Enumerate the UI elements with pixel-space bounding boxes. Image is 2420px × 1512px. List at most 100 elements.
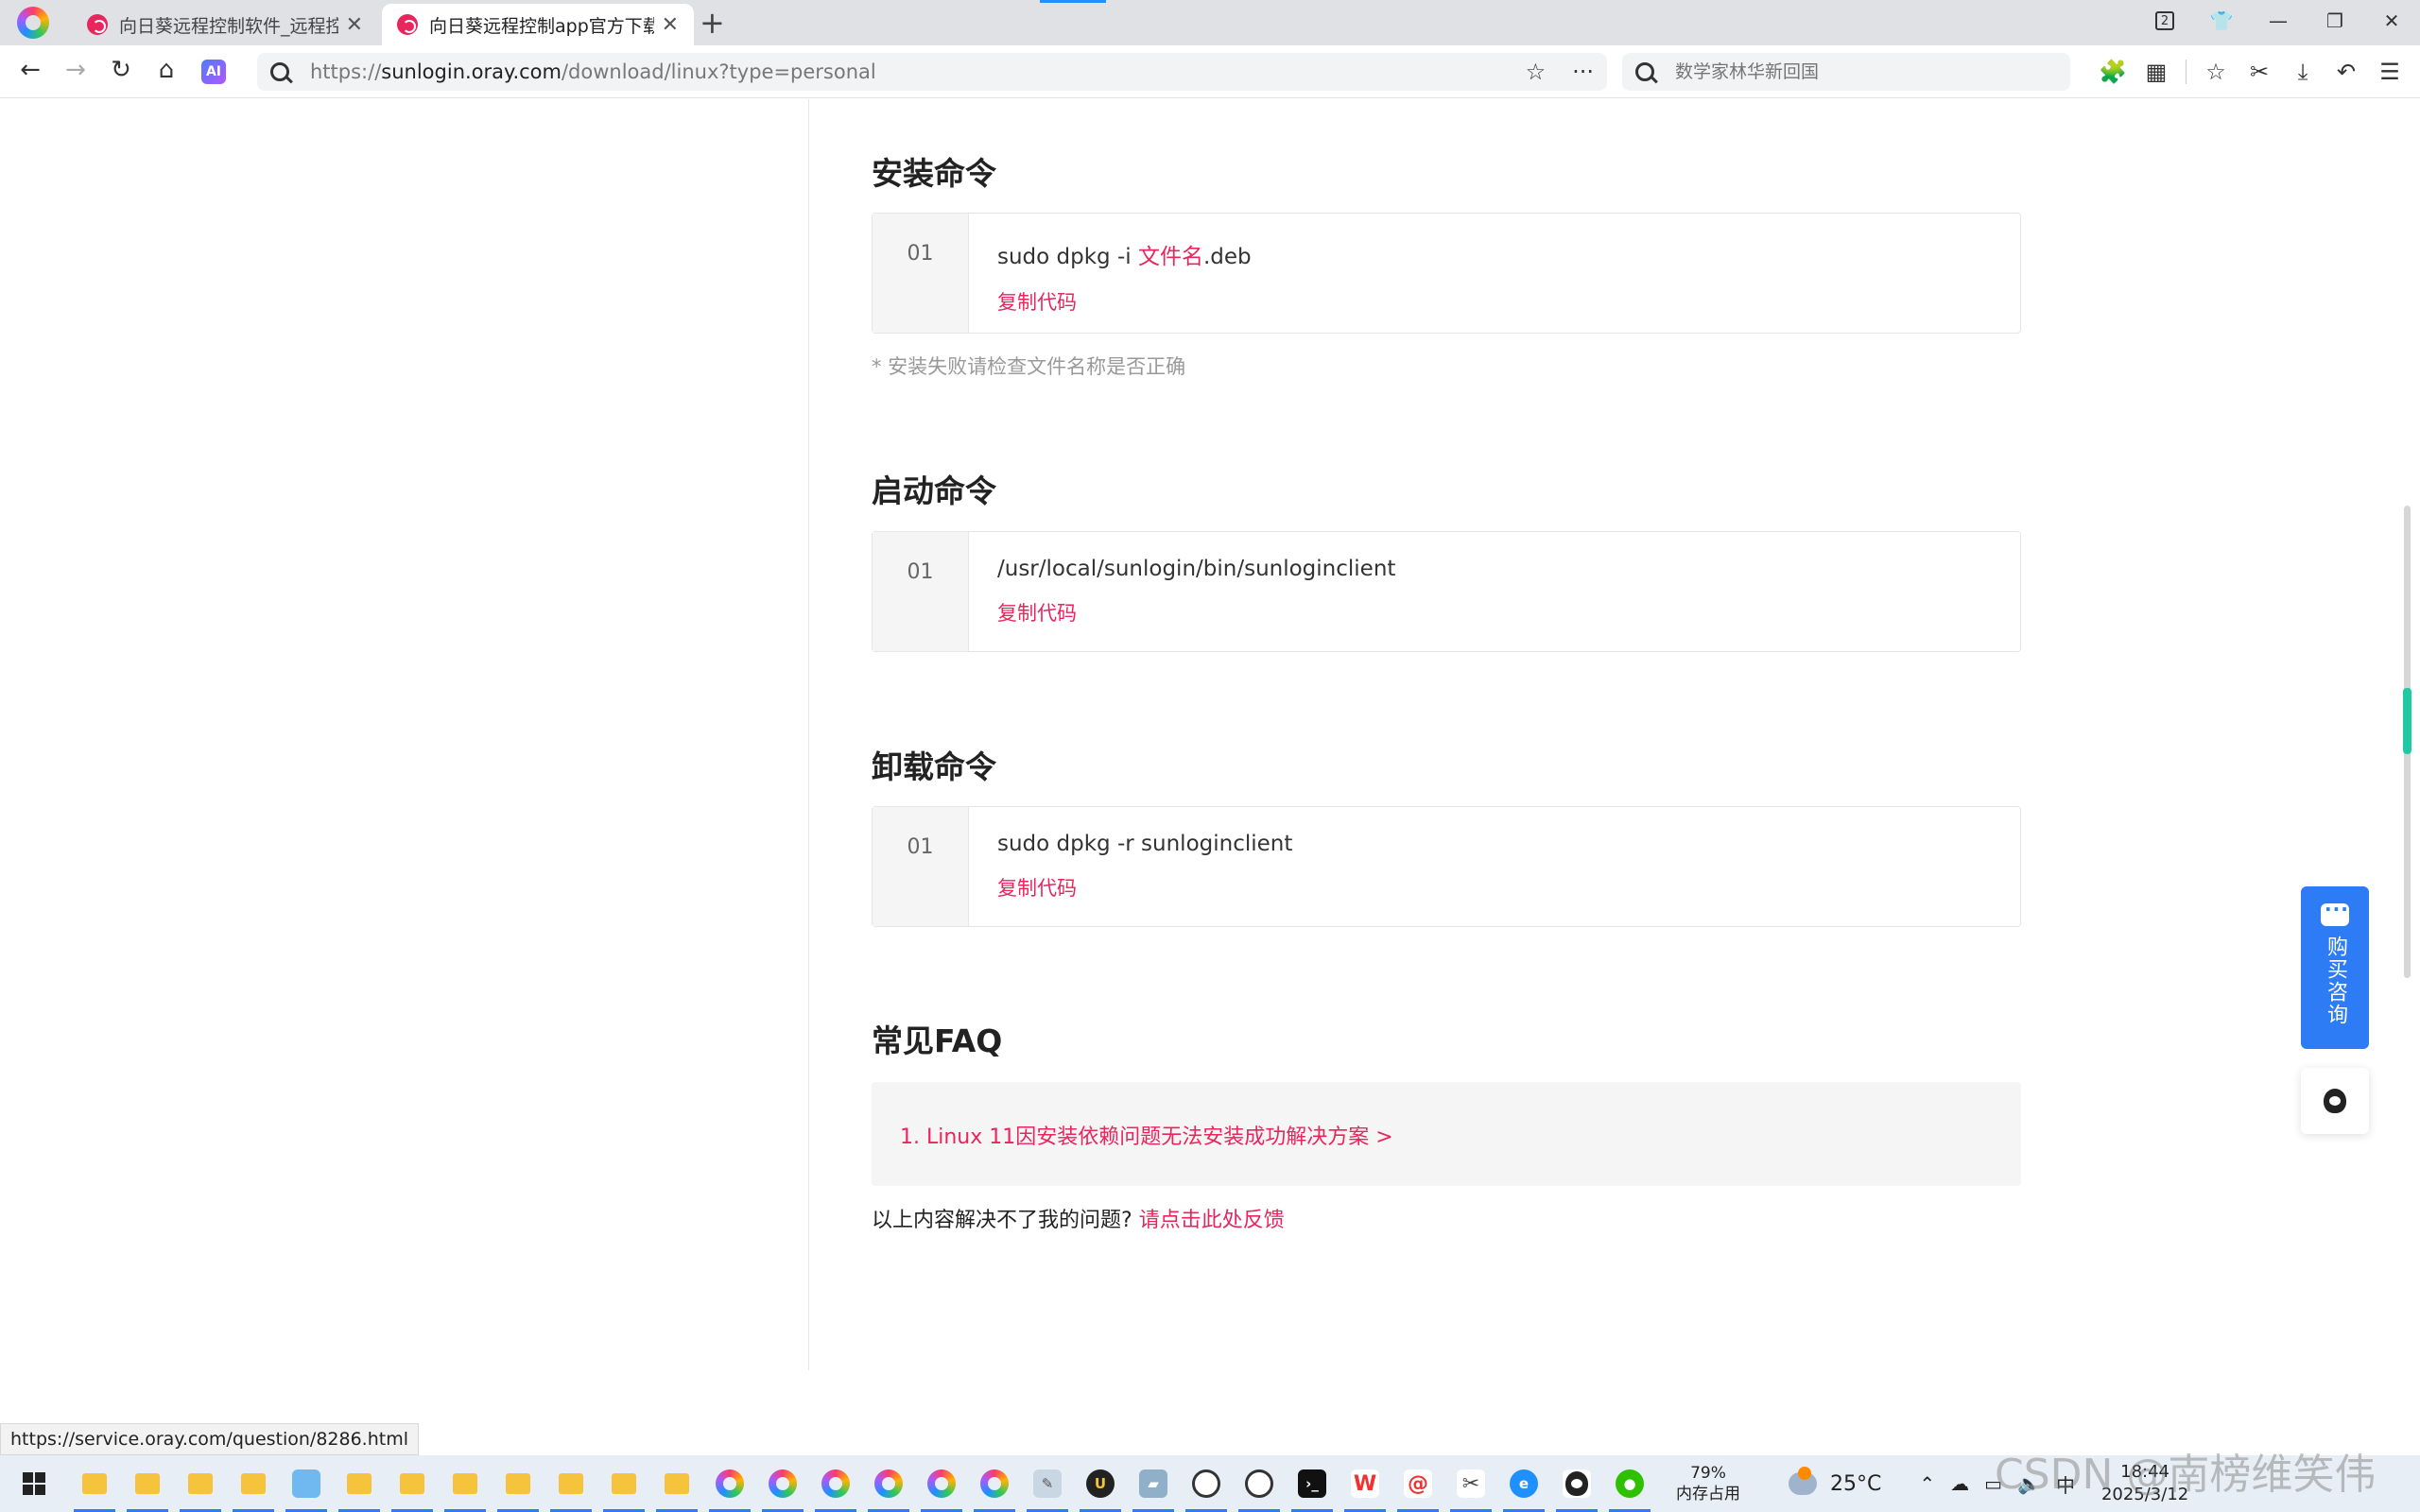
restore-button[interactable]: ❐ <box>2307 0 2363 42</box>
taskbar-folder-10[interactable] <box>597 1455 650 1512</box>
search-box[interactable] <box>1622 53 2070 91</box>
taskbar-browser-1[interactable] <box>703 1455 756 1512</box>
taskbar-folder-9[interactable] <box>544 1455 597 1512</box>
windows-logo-icon <box>23 1472 45 1495</box>
taskbar-edge-app[interactable]: e <box>1497 1455 1550 1512</box>
cmd-filename: 文件名 <box>1137 245 1203 269</box>
cube-icon <box>292 1469 320 1498</box>
taskbar-vm-app-1[interactable] <box>1180 1455 1233 1512</box>
line-number: 01 <box>873 807 969 926</box>
tools-icon: ✂ <box>1457 1469 1485 1498</box>
browser-icon <box>980 1469 1009 1498</box>
ue-icon: U <box>1086 1469 1115 1498</box>
tab-sunlogin-home[interactable]: 向日葵远程控制软件_远程控制 ✕ <box>72 4 378 45</box>
copy-install-button[interactable]: 复制代码 <box>997 287 1077 316</box>
taskbar-wechat-app[interactable]: ● <box>1603 1455 1656 1512</box>
start-button[interactable] <box>0 1455 68 1512</box>
weather-widget[interactable]: 25°C <box>1789 1467 1881 1496</box>
tab-close-icon[interactable]: ✕ <box>662 13 679 37</box>
more-options-icon[interactable]: ··· <box>1572 59 1594 85</box>
search-icon <box>1635 62 1654 81</box>
folder-icon <box>135 1473 160 1494</box>
memory-label: 内存占用 <box>1676 1485 1740 1503</box>
taskbar-paint-app[interactable]: ✎ <box>1021 1455 1074 1512</box>
wps-icon: W <box>1351 1469 1379 1498</box>
taskbar-folder-2[interactable] <box>121 1455 174 1512</box>
skin-shirt-icon[interactable]: 👕 <box>2193 0 2250 42</box>
taskbar-folder-6[interactable] <box>386 1455 439 1512</box>
uninstall-command: sudo dpkg -r sunloginclient <box>997 832 1293 856</box>
new-tab-button[interactable]: + <box>700 6 725 40</box>
tray-expand-icon[interactable]: ⌃ <box>1919 1472 1935 1495</box>
install-section-title: 安装命令 <box>872 155 996 192</box>
favorites-list-icon[interactable]: ☆ <box>2194 59 2238 85</box>
taskbar-cube-app[interactable] <box>280 1455 333 1512</box>
tab-sunlogin-download[interactable]: 向日葵远程控制app官方下载 ✕ <box>382 4 694 45</box>
extension-icon[interactable]: 🧩 <box>2091 59 2135 85</box>
taskbar-folder-7[interactable] <box>439 1455 492 1512</box>
copy-uninstall-button[interactable]: 复制代码 <box>997 873 1077 902</box>
vm-icon <box>1192 1469 1220 1498</box>
minimize-button[interactable]: — <box>2250 0 2307 42</box>
uninstall-section-title: 卸载命令 <box>872 748 996 785</box>
address-bar[interactable]: https://sunlogin.oray.com/download/linux… <box>257 53 1607 91</box>
forward-arrow-icon[interactable]: → <box>59 53 93 87</box>
taskbar-folder-4[interactable] <box>227 1455 280 1512</box>
taskbar-folder-5[interactable] <box>333 1455 386 1512</box>
install-note: * 安装失败请检查文件名称是否正确 <box>872 355 1186 378</box>
scroll-position-marker <box>2403 688 2411 754</box>
taskbar-notes-app[interactable]: ▰ <box>1127 1455 1180 1512</box>
tab-count-button[interactable]: 2 <box>2136 0 2193 42</box>
close-window-button[interactable]: ✕ <box>2363 0 2420 42</box>
back-arrow-icon[interactable]: ← <box>13 53 47 87</box>
undo-icon[interactable]: ↶ <box>2325 59 2368 85</box>
taskbar-browser-2[interactable] <box>756 1455 809 1512</box>
taskbar-browser-5[interactable] <box>915 1455 968 1512</box>
status-bar-url: https://service.oray.com/question/8286.h… <box>0 1423 419 1455</box>
browser-logo-icon[interactable] <box>17 7 49 39</box>
taskbar-wps-app[interactable]: W <box>1339 1455 1392 1512</box>
taskbar-browser-3[interactable] <box>809 1455 862 1512</box>
purchase-consult-button[interactable]: 购买咨询 <box>2301 886 2369 1049</box>
faq-item-link[interactable]: 1. Linux 11因安装依赖问题无法安装成功解决方案 > <box>900 1125 1393 1149</box>
taskbar-terminal-app[interactable]: ›_ <box>1286 1455 1339 1512</box>
taskbar-browser-6[interactable] <box>968 1455 1021 1512</box>
taskbar-ue-app[interactable]: U <box>1074 1455 1127 1512</box>
taskbar-tools-app[interactable]: ✂ <box>1444 1455 1497 1512</box>
taskbar-folder-3[interactable] <box>174 1455 227 1512</box>
cmd-suffix: .deb <box>1202 245 1252 269</box>
url-text[interactable]: https://sunlogin.oray.com/download/linux… <box>310 60 1499 83</box>
start-command: /usr/local/sunlogin/bin/sunloginclient <box>997 557 1396 581</box>
tab-close-icon[interactable]: ✕ <box>346 13 363 37</box>
wechat-icon: ● <box>1616 1469 1644 1498</box>
feedback-link[interactable]: 请点击此处反馈 <box>1139 1209 1285 1232</box>
reload-icon[interactable]: ↻ <box>104 53 138 87</box>
faq-feedback: 以上内容解决不了我的问题? 请点击此处反馈 <box>872 1203 1285 1233</box>
home-icon[interactable]: ⌂ <box>149 53 183 87</box>
taskbar-folder-8[interactable] <box>492 1455 544 1512</box>
faq-list: 1. Linux 11因安装依赖问题无法安装成功解决方案 > <box>872 1082 2021 1186</box>
copy-start-button[interactable]: 复制代码 <box>997 598 1077 627</box>
download-icon[interactable]: ⤓ <box>2281 59 2325 85</box>
scissors-icon[interactable]: ✂ <box>2238 59 2281 85</box>
ai-assistant-icon[interactable]: AI <box>201 60 226 84</box>
taskbar-qq-app[interactable] <box>1550 1455 1603 1512</box>
memory-usage[interactable]: 79% 内存占用 <box>1666 1463 1751 1504</box>
qq-contact-button[interactable] <box>2301 1068 2369 1134</box>
folder-icon <box>612 1473 636 1494</box>
taskbar-folder-1[interactable] <box>68 1455 121 1512</box>
browser-icon <box>927 1469 956 1498</box>
url-host: sunlogin.oray.com <box>381 60 562 83</box>
bookmark-star-icon[interactable]: ☆ <box>1526 59 1547 85</box>
taskbar-vm-app-2[interactable] <box>1233 1455 1286 1512</box>
apps-grid-icon[interactable]: ▦ <box>2135 59 2178 85</box>
taskbar-snail-app[interactable]: @ <box>1392 1455 1444 1512</box>
taskbar-browser-4[interactable] <box>862 1455 915 1512</box>
tab-count-icon: 2 <box>2155 11 2174 30</box>
tab-drag-indicator <box>1040 0 1106 3</box>
qq-icon <box>1563 1469 1591 1498</box>
search-input[interactable] <box>1675 61 2057 82</box>
network-icon[interactable]: ☁ <box>1950 1472 1969 1495</box>
taskbar-folder-11[interactable] <box>650 1455 703 1512</box>
menu-icon[interactable]: ☰ <box>2368 59 2411 85</box>
